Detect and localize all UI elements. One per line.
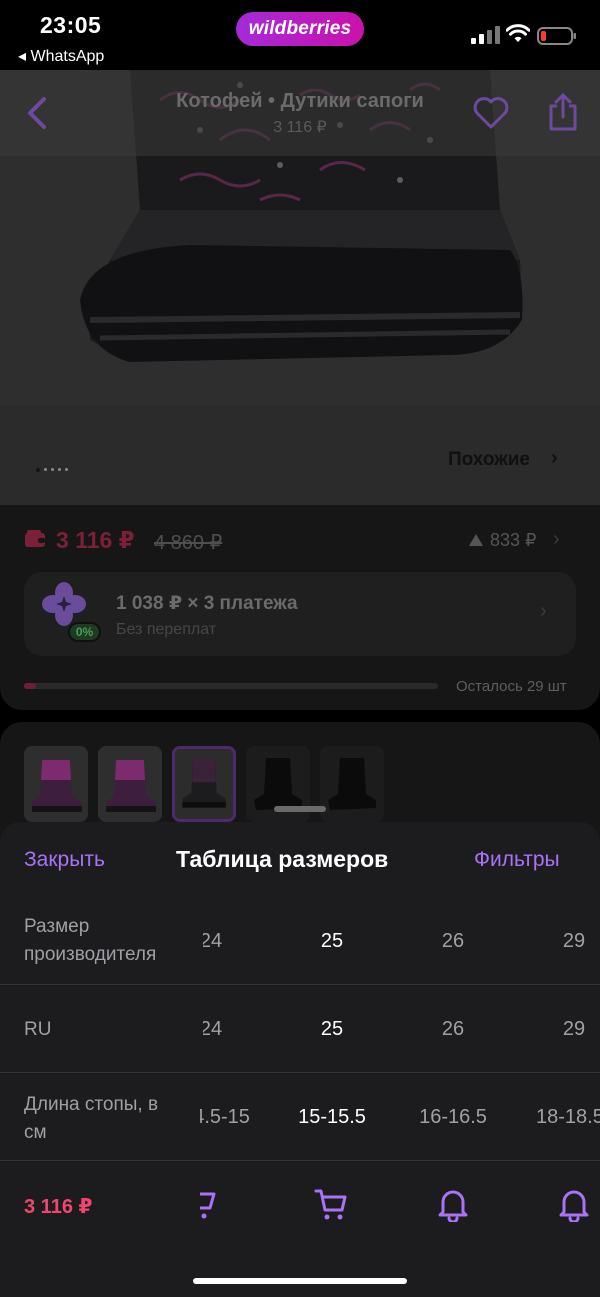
- brand-logo: wildberries: [236, 12, 364, 46]
- size-cell-selected[interactable]: 15-15.5: [282, 1106, 382, 1129]
- price-up-triangle-icon: [469, 534, 483, 546]
- variant-thumbnail[interactable]: [320, 746, 384, 822]
- installment-flower-icon: [42, 582, 86, 626]
- stock-progress-track: [24, 683, 438, 689]
- row-divider: [0, 1072, 600, 1073]
- size-cell-selected[interactable]: 25: [287, 1018, 377, 1041]
- cellular-signal-icon: [471, 26, 500, 44]
- current-price: 3 116 ₽: [56, 527, 135, 553]
- product-title: Котофей • Дутики сапоги: [176, 90, 424, 112]
- installment-amount: 1 038 ₽ × 3 платежа: [116, 593, 298, 614]
- header-price: 3 116 ₽: [273, 119, 327, 136]
- size-cell[interactable]: 26: [408, 1018, 498, 1041]
- status-time: 23:05: [40, 12, 102, 38]
- installment-subtitle: Без переплат: [116, 621, 217, 638]
- chevron-right-icon: ›: [551, 447, 558, 469]
- filters-button[interactable]: Фильтры: [474, 848, 560, 872]
- product-header: [0, 70, 600, 156]
- favorite-heart-icon[interactable]: [472, 96, 510, 130]
- back-chevron-icon[interactable]: [22, 95, 52, 131]
- cart-icon[interactable]: [314, 1186, 348, 1222]
- size-cell-selected[interactable]: 25: [287, 930, 377, 953]
- size-cell[interactable]: 29: [529, 1018, 600, 1041]
- close-button[interactable]: Закрыть: [24, 848, 105, 872]
- variant-thumbnail[interactable]: [98, 746, 162, 822]
- size-cell[interactable]: 18-18.5: [536, 1106, 600, 1129]
- row-label-foot-length: Длина стопы, в см: [24, 1094, 159, 1143]
- variant-thumbnail-selected[interactable]: [172, 746, 236, 822]
- stock-progress-fill: [24, 683, 36, 689]
- zero-percent-badge: 0%: [68, 622, 101, 642]
- installment-banner[interactable]: [24, 572, 576, 656]
- sheet-grabber[interactable]: [274, 806, 326, 812]
- chevron-right-icon: ›: [540, 600, 547, 622]
- home-indicator[interactable]: [193, 1278, 407, 1284]
- row-label-ru: RU: [24, 1019, 52, 1040]
- row-divider: [0, 984, 600, 985]
- bell-icon[interactable]: [557, 1186, 591, 1222]
- chevron-right-icon: ›: [553, 528, 560, 550]
- row-price: 3 116 ₽: [24, 1196, 93, 1218]
- size-chart-sheet: [0, 822, 600, 1297]
- back-to-app-link[interactable]: ◂ WhatsApp: [18, 46, 104, 66]
- row-divider: [0, 1160, 600, 1161]
- variant-thumbnail[interactable]: [24, 746, 88, 822]
- similar-products-link[interactable]: Похожие: [448, 449, 530, 471]
- size-cell[interactable]: 29: [529, 930, 600, 953]
- battery-low-icon: [537, 27, 576, 45]
- row-label-manufacturer-size: Размер производителя: [24, 916, 157, 965]
- size-cell[interactable]: 16-16.5: [403, 1106, 503, 1129]
- old-price: 4 860 ₽: [154, 532, 223, 554]
- discount-amount[interactable]: 833 ₽: [490, 530, 537, 551]
- size-cell[interactable]: 26: [408, 930, 498, 953]
- gallery-pagination-dots: [36, 468, 76, 474]
- sheet-title: Таблица размеров: [176, 846, 389, 872]
- share-icon[interactable]: [546, 92, 580, 132]
- wallet-icon: [25, 530, 45, 547]
- bell-icon[interactable]: [436, 1186, 470, 1222]
- question-cart-icon[interactable]: [200, 1186, 226, 1222]
- wifi-icon: [506, 24, 530, 42]
- stock-remaining: Осталось 29 шт: [456, 678, 567, 695]
